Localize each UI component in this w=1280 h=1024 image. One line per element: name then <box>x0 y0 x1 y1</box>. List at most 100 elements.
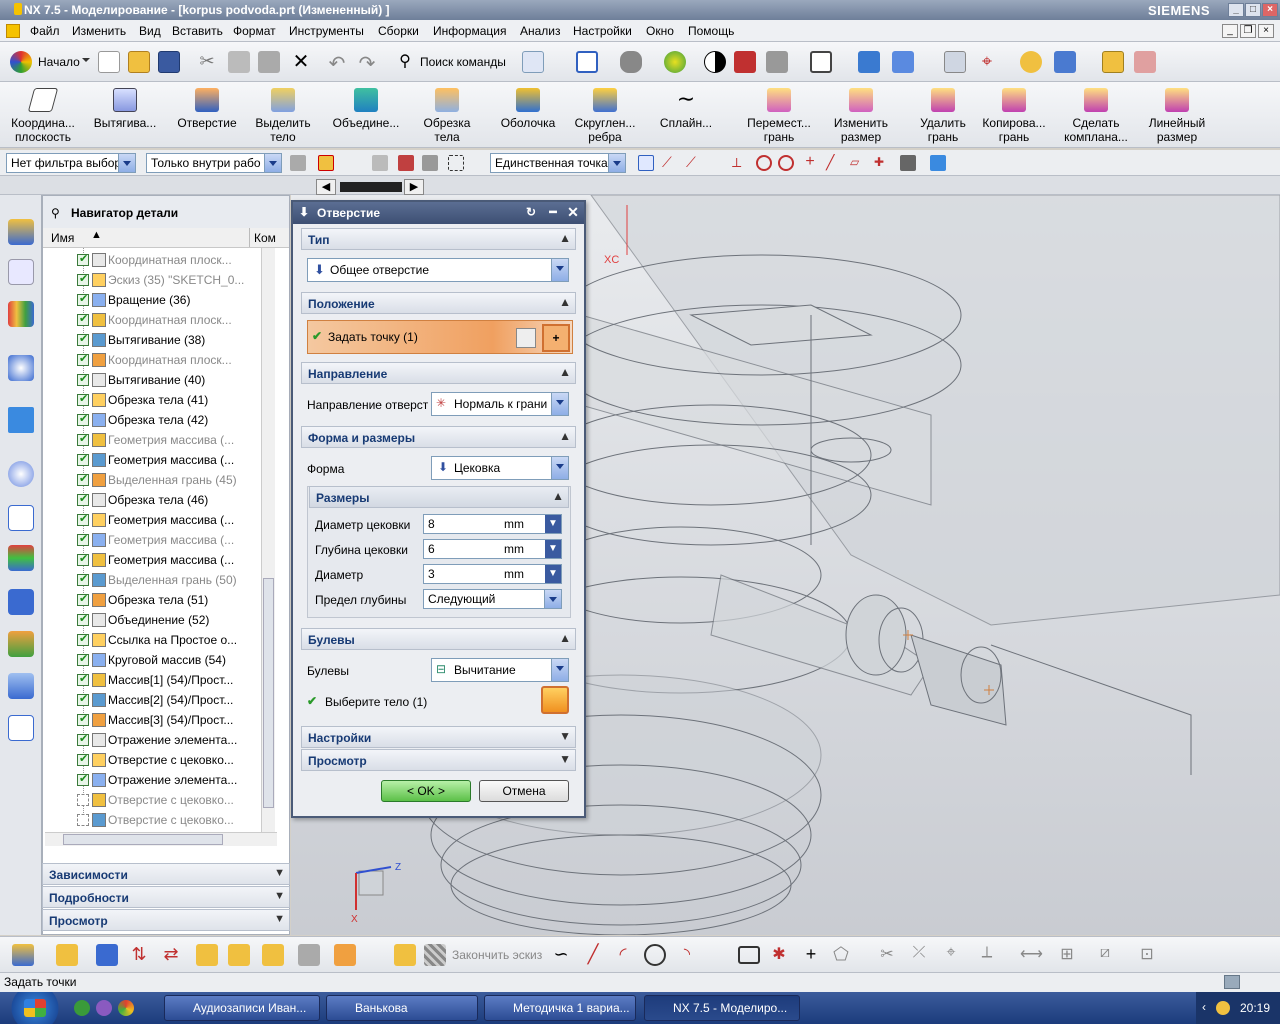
tray-expand-icon[interactable]: ‹ <box>1202 1000 1206 1014</box>
visibility-checkbox[interactable] <box>77 732 89 746</box>
chevron-down-icon[interactable]: ▼ <box>545 540 561 558</box>
clearance-icon[interactable] <box>262 944 284 966</box>
web-browser-icon[interactable] <box>8 407 34 433</box>
column-comment[interactable]: Ком <box>249 228 276 247</box>
hole-type-select[interactable]: ⬇ Общее отверстие <box>307 258 569 282</box>
menu-analysis[interactable]: Анализ <box>520 24 561 38</box>
quick-trim-icon[interactable]: ✂ <box>876 944 898 966</box>
profile-icon[interactable]: ∽ <box>550 944 572 966</box>
point-on-face-icon[interactable]: ▱ <box>850 155 866 171</box>
inferred-dimension-icon[interactable]: ⟷ <box>1020 944 1043 966</box>
section-form[interactable]: Форма и размеры ▲ <box>301 426 576 448</box>
snap-point-select[interactable]: Единственная точка <box>490 153 626 173</box>
trim-body-button[interactable]: Обрезка тела <box>416 84 478 146</box>
visibility-checkbox[interactable] <box>77 712 89 726</box>
open-folder-icon[interactable] <box>128 51 150 73</box>
tree-row[interactable]: Эскиз (35) "SKETCH_0... <box>77 272 287 292</box>
menu-insert[interactable]: Вставить <box>172 24 223 38</box>
command-finder-label[interactable]: Поиск команды <box>420 55 506 69</box>
select-body-icon[interactable] <box>541 686 569 714</box>
extract-body-button[interactable]: Выделить тело <box>250 84 316 146</box>
menu-assemblies[interactable]: Сборки <box>378 24 419 38</box>
visibility-checkbox[interactable] <box>77 372 89 386</box>
visibility-checkbox[interactable] <box>77 752 89 766</box>
linear-dimension-button[interactable]: Линейный размер <box>1144 84 1210 146</box>
section-position[interactable]: Положение ▲ <box>301 292 576 314</box>
delete-face-button[interactable]: Удалить грань <box>912 84 974 146</box>
scroll-thumb[interactable] <box>263 578 274 808</box>
mid-point-icon[interactable]: ⟋ <box>686 155 702 171</box>
utorrent-icon[interactable] <box>74 1000 90 1016</box>
visibility-checkbox[interactable] <box>77 412 89 426</box>
tree-row[interactable]: Объединение (52) <box>77 612 287 632</box>
shell-button[interactable]: Оболочка <box>496 84 560 146</box>
wireframe-icon[interactable] <box>734 51 756 73</box>
resize-button[interactable]: Изменить размер <box>826 84 896 146</box>
wave-icon[interactable] <box>228 944 250 966</box>
extrude-button[interactable]: Вытягива... <box>88 84 162 146</box>
tree-row[interactable]: Обрезка тела (42) <box>77 412 287 432</box>
coplanar-button[interactable]: Сделать компланa... <box>1060 84 1132 146</box>
start-button[interactable] <box>0 992 70 1024</box>
visibility-checkbox[interactable] <box>77 813 89 826</box>
visibility-checkbox[interactable] <box>77 492 89 506</box>
visibility-checkbox[interactable] <box>77 572 89 586</box>
visibility-checkbox[interactable] <box>77 772 89 786</box>
visibility-checkbox[interactable] <box>77 592 89 606</box>
layer-settings-icon[interactable] <box>944 51 966 73</box>
selection-intent-icon[interactable] <box>318 155 334 171</box>
point-icon[interactable]: + <box>800 944 822 966</box>
cube-view-icon[interactable] <box>930 155 946 171</box>
save-icon[interactable] <box>158 51 180 73</box>
chevron-down-icon[interactable]: ▼ <box>545 565 561 583</box>
select-feature-icon[interactable] <box>398 155 414 171</box>
quick-extend-icon[interactable]: ⤫ <box>908 944 930 966</box>
status-icon[interactable] <box>1224 975 1240 989</box>
doc-minimize-button[interactable]: _ <box>1222 24 1238 38</box>
ok-button[interactable]: < OK > <box>381 780 471 802</box>
reset-icon[interactable]: ↻ <box>523 205 539 219</box>
control-point-icon[interactable]: ⟂ <box>732 155 748 171</box>
section-direction[interactable]: Направление ▲ <box>301 362 576 384</box>
visibility-checkbox[interactable] <box>77 512 89 526</box>
copy-icon[interactable] <box>228 51 250 73</box>
system-scene-icon[interactable] <box>8 673 34 699</box>
reuse-library-icon[interactable] <box>8 715 34 741</box>
section-preview[interactable]: Просмотр ▼ <box>301 749 576 771</box>
process-studio-icon[interactable] <box>8 589 34 615</box>
visibility-checkbox[interactable] <box>77 532 89 546</box>
minimize-button[interactable]: _ <box>1228 3 1244 17</box>
details-panel-header[interactable]: Подробности ▼ <box>42 886 290 908</box>
select-icon[interactable] <box>1054 51 1076 73</box>
visibility-checkbox[interactable] <box>77 292 89 306</box>
hidden-edges-icon[interactable] <box>766 51 788 73</box>
section-settings[interactable]: Настройки ▼ <box>301 726 576 748</box>
doc-close-button[interactable]: × <box>1258 24 1274 38</box>
sketch-icon[interactable] <box>394 944 416 966</box>
visibility-checkbox[interactable] <box>77 392 89 406</box>
rect-select-icon[interactable] <box>448 155 464 171</box>
assembly-navigator-icon[interactable] <box>8 219 34 245</box>
assembly-icon[interactable] <box>12 944 34 966</box>
copy-face-button[interactable]: Копирова... грань <box>982 84 1046 146</box>
arc-icon[interactable]: ◜ <box>612 944 634 966</box>
circle-icon[interactable] <box>644 944 666 966</box>
quicklaunch-icon[interactable] <box>96 1000 112 1016</box>
visualization-icon[interactable] <box>8 545 34 571</box>
add-component-icon[interactable] <box>56 944 78 966</box>
app-menu-icon[interactable] <box>6 24 20 38</box>
tree-row[interactable]: Вращение (36) <box>77 292 287 312</box>
diameter-input[interactable]: 3 <box>423 564 501 584</box>
sequence-icon[interactable] <box>298 944 320 966</box>
tree-row[interactable]: Круговой массив (54) <box>77 652 287 672</box>
vertical-scrollbar[interactable] <box>261 248 275 832</box>
visibility-checkbox[interactable] <box>77 692 89 706</box>
form-select[interactable]: ⬇ Цековка <box>431 456 569 480</box>
direction-select[interactable]: ✳ Нормаль к грани <box>431 392 569 416</box>
cb-diameter-unit[interactable]: mm ▼ <box>500 514 562 534</box>
visibility-checkbox[interactable] <box>77 432 89 446</box>
tree-row[interactable]: Координатная плоск... <box>77 312 287 332</box>
preview-panel-header[interactable]: Просмотр ▼ <box>42 909 290 931</box>
scroll-right-button[interactable]: ▶ <box>404 179 424 195</box>
close-button[interactable]: × <box>1262 3 1278 17</box>
